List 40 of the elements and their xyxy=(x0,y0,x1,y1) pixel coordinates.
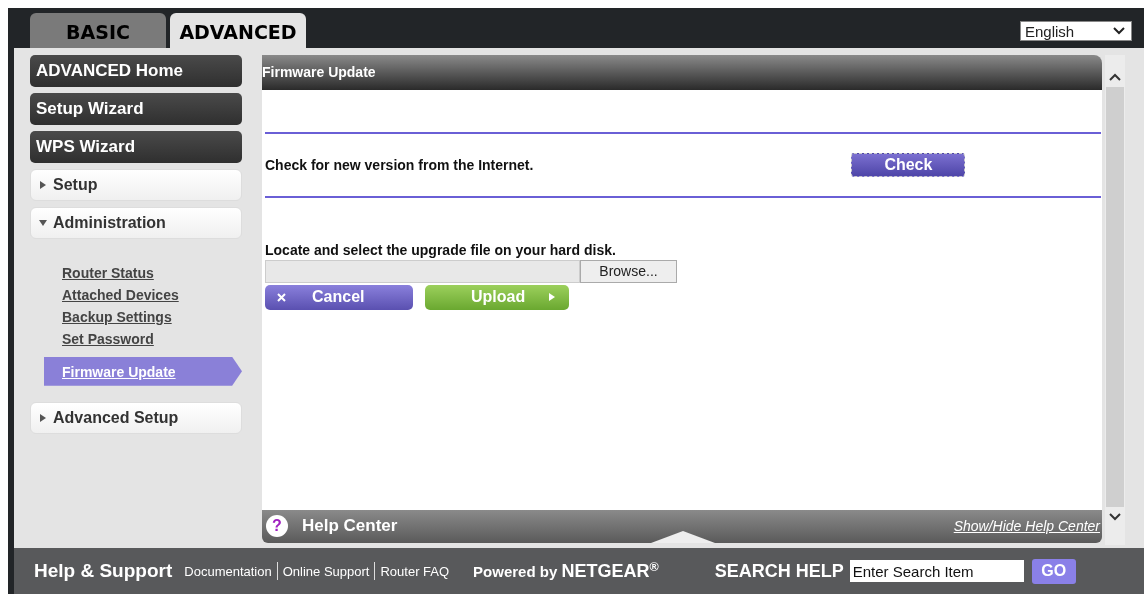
triangle-right-icon xyxy=(39,180,47,189)
chevron-down-icon xyxy=(1113,27,1125,35)
browse-button[interactable]: Browse... xyxy=(580,259,677,283)
powered-by-text: Powered by NETGEAR$^{®}$ xyxy=(473,560,659,583)
help-center-title: Help Center xyxy=(302,516,398,537)
file-path-field[interactable] xyxy=(265,259,580,283)
footer-link[interactable]: Documentation xyxy=(184,563,272,579)
menu-link[interactable]: Router Status xyxy=(30,262,242,285)
cancel-button[interactable]: Cancel xyxy=(265,284,413,310)
triangle-right-icon xyxy=(549,293,555,302)
tab[interactable]: BASIC xyxy=(30,12,166,48)
panel-title: Firmware Update xyxy=(262,54,1102,90)
triangle-down-icon xyxy=(39,218,47,227)
footer-link[interactable]: Online Support xyxy=(282,563,370,579)
triangle-up-icon[interactable] xyxy=(651,530,716,543)
close-icon xyxy=(277,292,286,302)
menu-button[interactable]: Setup Wizard xyxy=(30,92,242,125)
scrollbar[interactable] xyxy=(1105,54,1125,545)
menu-link[interactable]: Backup Settings xyxy=(30,306,242,329)
upload-label: Locate and select the upgrade file on your hard disk. xyxy=(265,241,617,258)
chevron-down-icon[interactable] xyxy=(1109,512,1121,521)
show-hide-help-link[interactable]: Show/Hide Help Center xyxy=(953,518,1100,535)
tab[interactable]: ADVANCED xyxy=(170,12,306,48)
menu-section[interactable]: Administration xyxy=(30,206,242,239)
search-help-label: SEARCH HELP xyxy=(714,560,844,582)
check-button[interactable]: Check xyxy=(851,152,966,177)
menu-section[interactable]: Setup xyxy=(30,168,242,201)
help-icon: ? xyxy=(266,515,288,538)
menu-link[interactable]: Set Password xyxy=(30,328,242,351)
footer-title: Help & Support xyxy=(34,560,173,583)
chevron-up-icon[interactable] xyxy=(1109,72,1121,81)
menu-section[interactable]: Advanced Setup xyxy=(30,401,242,434)
menu-button[interactable]: WPS Wizard xyxy=(30,130,242,163)
footer-link[interactable]: Router FAQ xyxy=(380,563,450,579)
language-select[interactable]: English xyxy=(1020,21,1132,41)
check-label: Check for new version from the Internet. xyxy=(265,156,534,173)
triangle-right-icon xyxy=(39,413,47,422)
menu-button[interactable]: ADVANCED Home xyxy=(30,54,242,87)
search-field[interactable]: Enter Search Item xyxy=(849,560,1024,583)
menu-link[interactable]: Attached Devices xyxy=(30,284,242,307)
